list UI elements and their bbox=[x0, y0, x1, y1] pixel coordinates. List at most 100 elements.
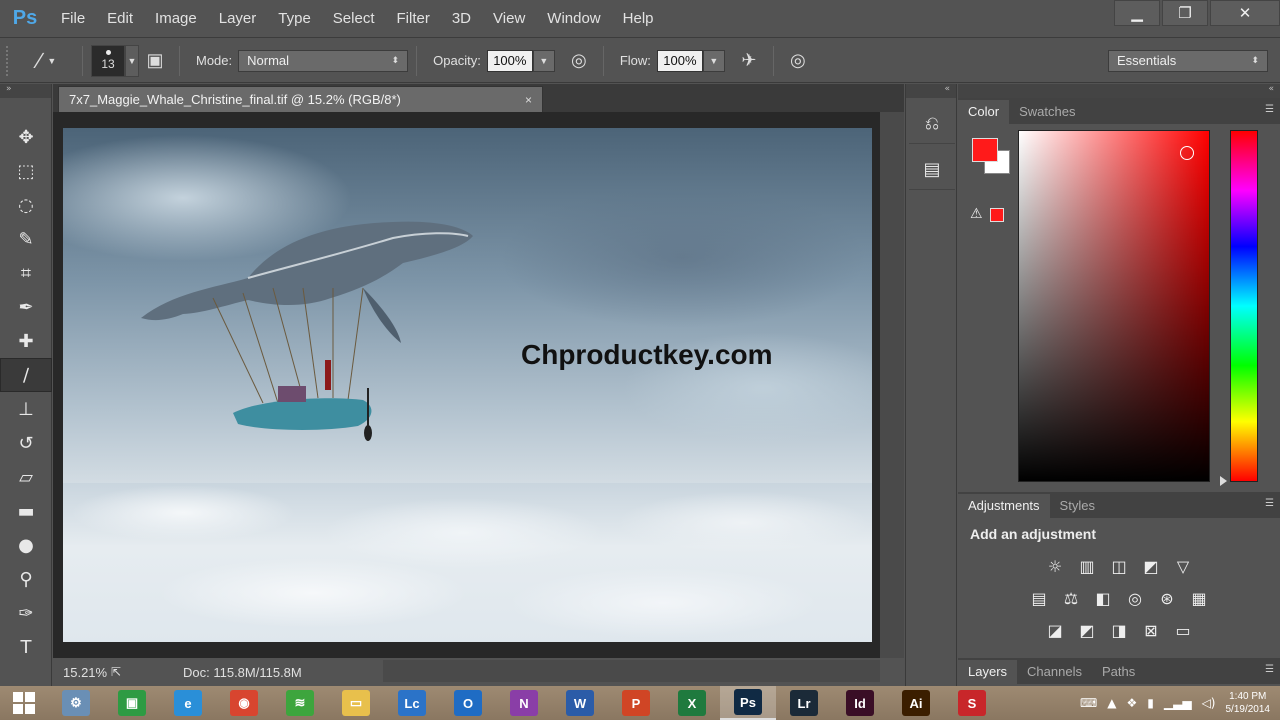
store-app-icon[interactable]: ▣ bbox=[104, 686, 160, 720]
photoshop-app-icon[interactable]: Ps bbox=[720, 686, 776, 720]
tab-color[interactable]: Color bbox=[958, 100, 1010, 124]
lasso-tool-icon[interactable]: ◌ bbox=[0, 188, 52, 222]
powerpoint-app-icon[interactable]: P bbox=[608, 686, 664, 720]
document-tab[interactable]: 7x7_Maggie_Whale_Christine_final.tif @ 1… bbox=[58, 86, 543, 112]
keyboard-icon[interactable]: ⌨ bbox=[1080, 696, 1097, 710]
start-button[interactable] bbox=[0, 686, 48, 720]
brush-tool-icon[interactable]: ∕ bbox=[0, 358, 52, 392]
chrome-app-icon[interactable]: ◉ bbox=[216, 686, 272, 720]
adjustment-icon[interactable]: ▤ bbox=[1027, 586, 1051, 610]
adjustment-icon[interactable]: ◩ bbox=[1075, 618, 1099, 642]
pen-tool-icon[interactable]: ✑ bbox=[0, 596, 52, 630]
excel-app-icon[interactable]: X bbox=[664, 686, 720, 720]
indesign-app-icon[interactable]: Id bbox=[832, 686, 888, 720]
tab-swatches[interactable]: Swatches bbox=[1009, 100, 1085, 124]
tray-expand-icon[interactable]: ▲ bbox=[1107, 696, 1116, 710]
workspace-select[interactable]: Essentials ⬍ bbox=[1108, 49, 1268, 72]
adjustment-icon[interactable]: ◪ bbox=[1043, 618, 1067, 642]
document-image[interactable]: Chproductkey.com bbox=[63, 128, 872, 642]
adjustment-icon[interactable]: ◎ bbox=[1123, 586, 1147, 610]
blur-tool-icon[interactable]: ● bbox=[0, 528, 52, 562]
adjustment-icon[interactable]: ▥ bbox=[1075, 554, 1099, 578]
explorer-app-icon[interactable]: ▭ bbox=[328, 686, 384, 720]
adjustment-icon[interactable]: ◩ bbox=[1139, 554, 1163, 578]
hue-slider[interactable] bbox=[1230, 130, 1258, 482]
type-tool-icon[interactable]: T bbox=[0, 630, 52, 664]
crop-tool-icon[interactable]: ⌗ bbox=[0, 256, 52, 290]
panel-collapse-button[interactable]: « bbox=[958, 84, 1280, 98]
volume-icon[interactable]: ◁) bbox=[1202, 696, 1216, 710]
minimize-button[interactable]: ▁ bbox=[1114, 0, 1160, 26]
adjustment-icon[interactable]: ⊠ bbox=[1139, 618, 1163, 642]
eraser-tool-icon[interactable]: ▱ bbox=[0, 460, 52, 494]
adjustment-icon[interactable]: ▽ bbox=[1171, 554, 1195, 578]
outlook-app-icon[interactable]: O bbox=[440, 686, 496, 720]
illustrator-app-icon[interactable]: Ai bbox=[888, 686, 944, 720]
dock-collapse-button[interactable]: « bbox=[906, 84, 956, 98]
dropbox-icon[interactable]: ❖ bbox=[1127, 696, 1138, 710]
properties-panel-icon[interactable]: ▤ bbox=[909, 150, 955, 190]
menu-image[interactable]: Image bbox=[144, 0, 208, 38]
battery-icon[interactable]: ▮ bbox=[1147, 696, 1154, 710]
menu-filter[interactable]: Filter bbox=[386, 0, 441, 38]
flow-dropdown[interactable]: ▼ bbox=[702, 49, 725, 72]
tab-channels[interactable]: Channels bbox=[1017, 660, 1092, 684]
adjustment-icon[interactable]: ◨ bbox=[1107, 618, 1131, 642]
brush-size-dropdown[interactable]: ▼ bbox=[125, 44, 139, 77]
options-grip[interactable] bbox=[6, 45, 20, 76]
close-button[interactable]: ✕ bbox=[1210, 0, 1280, 26]
tools-app-icon[interactable]: ⚙ bbox=[48, 686, 104, 720]
airbrush-icon[interactable]: ✈ bbox=[733, 46, 765, 76]
adjustment-icon[interactable]: ▦ bbox=[1187, 586, 1211, 610]
gradient-tool-icon[interactable]: ▬ bbox=[0, 494, 52, 528]
tools-collapse-button[interactable]: » bbox=[0, 84, 51, 98]
adjustment-icon[interactable]: ◧ bbox=[1091, 586, 1115, 610]
lightroom-app-icon[interactable]: Lr bbox=[776, 686, 832, 720]
taskbar-clock[interactable]: 1:40 PM 5/19/2014 bbox=[1226, 690, 1271, 716]
move-tool-icon[interactable]: ✥ bbox=[0, 120, 52, 154]
dodge-tool-icon[interactable]: ⚲ bbox=[0, 562, 52, 596]
snagit-app-icon[interactable]: S bbox=[944, 686, 1000, 720]
menu-view[interactable]: View bbox=[482, 0, 536, 38]
stamp-tool-icon[interactable]: ⊥ bbox=[0, 392, 52, 426]
zoom-level[interactable]: 15.21% bbox=[53, 665, 111, 680]
adjustment-icon[interactable]: ⚖ bbox=[1059, 586, 1083, 610]
tab-layers[interactable]: Layers bbox=[958, 660, 1018, 684]
tab-styles[interactable]: Styles bbox=[1050, 494, 1105, 518]
brush-panel-toggle-icon[interactable]: ▣ bbox=[139, 46, 171, 76]
color-picker-cursor[interactable] bbox=[1180, 146, 1194, 160]
adjustment-icon[interactable]: ◫ bbox=[1107, 554, 1131, 578]
opacity-dropdown[interactable]: ▼ bbox=[532, 49, 555, 72]
menu-edit[interactable]: Edit bbox=[96, 0, 144, 38]
adjustment-icon[interactable]: ▭ bbox=[1171, 618, 1195, 642]
menu-layer[interactable]: Layer bbox=[208, 0, 268, 38]
spotify-app-icon[interactable]: ≋ bbox=[272, 686, 328, 720]
word-app-icon[interactable]: W bbox=[552, 686, 608, 720]
onenote-app-icon[interactable]: N bbox=[496, 686, 552, 720]
ie-app-icon[interactable]: e bbox=[160, 686, 216, 720]
panel-menu-icon[interactable]: ☰ bbox=[1265, 664, 1274, 675]
gamut-warning-icon[interactable]: ⚠ bbox=[970, 206, 983, 222]
menu-window[interactable]: Window bbox=[536, 0, 611, 38]
share-icon[interactable]: ⇱ bbox=[111, 665, 131, 679]
menu-select[interactable]: Select bbox=[322, 0, 386, 38]
network-icon[interactable]: ▁▃▅ bbox=[1164, 696, 1192, 710]
close-tab-icon[interactable]: × bbox=[525, 93, 532, 107]
brush-size-picker[interactable]: 13 bbox=[91, 44, 125, 77]
adjustment-icon[interactable]: ☼ bbox=[1043, 554, 1067, 578]
panel-menu-icon[interactable]: ☰ bbox=[1265, 498, 1274, 509]
lync-app-icon[interactable]: Lc bbox=[384, 686, 440, 720]
adjustment-icon[interactable]: ⊛ bbox=[1155, 586, 1179, 610]
panel-menu-icon[interactable]: ☰ bbox=[1265, 104, 1274, 115]
hue-slider-marker-icon[interactable] bbox=[1220, 476, 1227, 486]
menu-3d[interactable]: 3D bbox=[441, 0, 482, 38]
opacity-field[interactable]: 100% bbox=[486, 49, 533, 72]
restore-button[interactable]: ❐ bbox=[1162, 0, 1208, 26]
menu-file[interactable]: File bbox=[50, 0, 96, 38]
vertical-scrollbar[interactable] bbox=[880, 112, 904, 658]
tab-paths[interactable]: Paths bbox=[1092, 660, 1145, 684]
menu-type[interactable]: Type bbox=[267, 0, 322, 38]
healing-brush-tool-icon[interactable]: ✚ bbox=[0, 324, 52, 358]
menu-help[interactable]: Help bbox=[612, 0, 665, 38]
quick-select-tool-icon[interactable]: ✎ bbox=[0, 222, 52, 256]
